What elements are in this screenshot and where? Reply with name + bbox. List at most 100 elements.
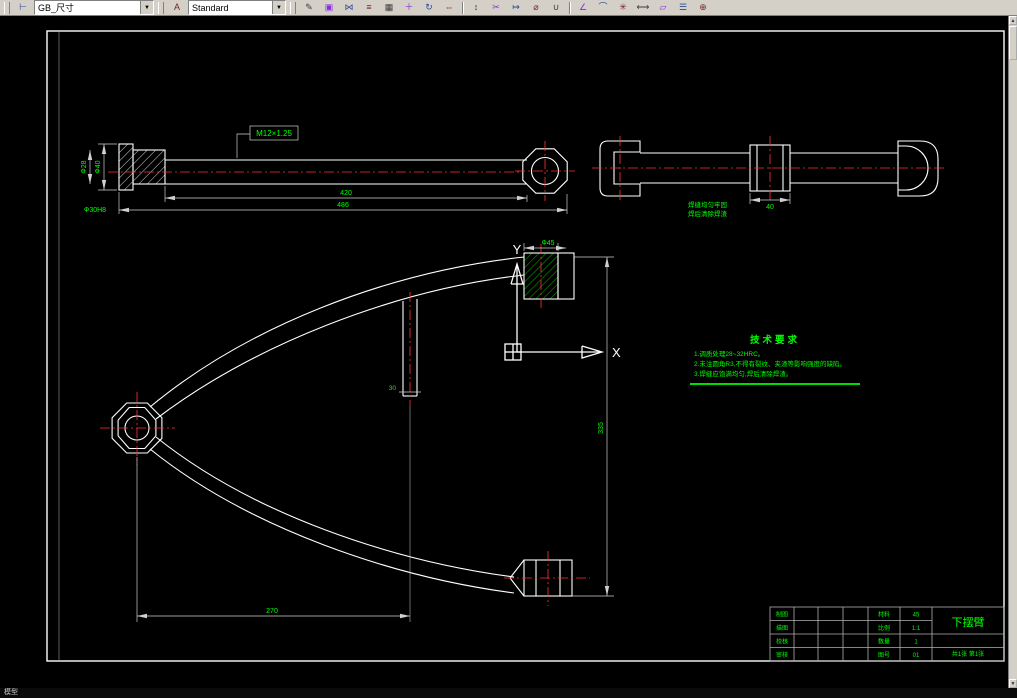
width-dim-label: 270 <box>266 608 278 615</box>
copy-icon: ▣ <box>324 2 334 12</box>
erase-icon: ✎ <box>305 2 313 12</box>
point-icon: ⊕ <box>699 2 707 12</box>
text-style-manager-button[interactable]: A <box>168 0 186 15</box>
tool-diameter-button[interactable]: ⌀ <box>527 0 545 15</box>
cad-application-window: ⊢ GB_尺寸 ▼ A Standard ▼ ✎ ▣ ⋈ ≡ ▦ ＋ ↻ ⇔ ↕… <box>0 0 1017 698</box>
toolbar: ⊢ GB_尺寸 ▼ A Standard ▼ ✎ ▣ ⋈ ≡ ▦ ＋ ↻ ⇔ ↕… <box>0 0 1017 16</box>
tb-sheet: 共1张 第1张 <box>952 650 984 658</box>
extend-icon: ↦ <box>512 2 520 12</box>
thread-label: M12×1.25 <box>256 129 292 138</box>
tool-array-button[interactable]: ▦ <box>380 0 398 15</box>
toolbar-grip2[interactable] <box>158 1 164 14</box>
tool-move-button[interactable]: ＋ <box>400 0 418 15</box>
weld-note-1: 焊缝均匀牢固 <box>688 200 727 209</box>
scrollbar-thumb[interactable] <box>1009 26 1017 60</box>
diameter-icon: ⌀ <box>533 2 539 12</box>
tool-distance-button[interactable]: ⟷ <box>634 0 652 15</box>
tb-material-value: 45 <box>913 613 920 619</box>
upper-arm-side-view: M12×1.25 420 486 Ф40 Ф28 Ф30H8 <box>81 125 575 214</box>
ucs-x-label: X <box>612 345 621 360</box>
fillet-icon: ⌒ <box>598 2 608 12</box>
tb-material-label: 材料 <box>878 611 890 619</box>
tool-offset-button[interactable]: ≡ <box>360 0 378 15</box>
area-icon: ▱ <box>659 2 667 12</box>
tb-row-label-2: 描图 <box>776 624 788 632</box>
tool-trim-button[interactable]: ✂ <box>487 0 505 15</box>
tb-scale-value: 1:1 <box>912 626 921 632</box>
side-view-notes: 40 焊缝均匀牢固 焊后清除焊渣 <box>688 200 774 218</box>
scroll-up-icon[interactable]: ▲ <box>1009 16 1017 25</box>
tech-req-line-2: 2.未注圆角R3,不得有裂纹、夹渣等影响强度的缺陷。 <box>694 359 846 368</box>
scroll-down-icon[interactable]: ▼ <box>1009 679 1017 688</box>
bore-label: Ф30H8 <box>84 207 106 214</box>
bush-width-label: 40 <box>766 204 774 211</box>
toolbar-grip[interactable] <box>4 1 10 14</box>
tool-point-button[interactable]: ⊕ <box>694 0 712 15</box>
join-icon: ∪ <box>552 2 560 12</box>
tool-list-button[interactable]: ☰ <box>674 0 692 15</box>
stretch-icon: ↕ <box>473 2 479 12</box>
tool-scale-button[interactable]: ⇔ <box>440 0 458 15</box>
lower-control-arm-main-view: Ф45 335 270 30 <box>100 240 614 622</box>
tb-qty-label: 数量 <box>878 638 890 646</box>
chevron-down-icon[interactable]: ▼ <box>272 1 285 14</box>
tool-extend-button[interactable]: ↦ <box>507 0 525 15</box>
text-style-combo[interactable]: Standard ▼ <box>188 0 286 15</box>
toolbar-separator <box>462 1 463 14</box>
tube-width-label: 30 <box>389 385 397 392</box>
status-text: 模型 <box>4 689 18 696</box>
sheet-border <box>46 30 1005 662</box>
list-icon: ☰ <box>678 2 688 12</box>
offset-icon: ≡ <box>366 2 372 12</box>
status-bar: 模型 <box>0 688 1017 698</box>
cad-drawing: M12×1.25 420 486 Ф40 Ф28 Ф30H8 40 焊缝均匀牢固… <box>46 30 1005 662</box>
ucs-y-label: Y <box>513 242 522 257</box>
trim-icon: ✂ <box>492 2 500 12</box>
scale-icon: ⇔ <box>444 2 454 12</box>
dia-inner-label: Ф28 <box>81 160 88 173</box>
toolbar-separator <box>569 1 570 14</box>
tool-rotate-button[interactable]: ↻ <box>420 0 438 15</box>
dim-style-manager-button[interactable]: ⊢ <box>14 0 32 15</box>
tb-row-label-1: 制图 <box>776 611 788 619</box>
tech-req-line-3: 3.焊缝应饱满均匀,焊后清除焊渣。 <box>694 369 792 378</box>
weld-note-2: 焊后清除焊渣 <box>688 209 728 218</box>
toolbar-grip3[interactable] <box>290 1 296 14</box>
tool-join-button[interactable]: ∪ <box>547 0 565 15</box>
tech-req-title: 技术要求 <box>750 334 800 346</box>
main-view-dimensions <box>136 243 614 622</box>
angle-icon: ∠ <box>578 2 588 12</box>
tool-copy-button[interactable]: ▣ <box>320 0 338 15</box>
tb-no-label: 图号 <box>878 652 890 659</box>
tb-row-label-3: 校核 <box>776 638 788 646</box>
tb-no-value: 01 <box>913 653 920 659</box>
dim-style-icon: ⊢ <box>19 2 27 12</box>
ucs-icon: Y X <box>504 242 621 361</box>
distance-icon: ⟷ <box>636 2 650 12</box>
height-dim-label: 335 <box>598 422 605 434</box>
array-icon: ▦ <box>384 2 394 12</box>
vertical-scrollbar[interactable]: ▲ ▼ <box>1008 16 1017 688</box>
tb-qty-value: 1 <box>914 640 918 646</box>
mirror-icon: ⋈ <box>344 2 354 12</box>
tool-area-button[interactable]: ▱ <box>654 0 672 15</box>
tool-mirror-button[interactable]: ⋈ <box>340 0 358 15</box>
dim-style-value: GB_尺寸 <box>38 3 75 13</box>
title-block: 制图 描图 校核 审核 材料 45 比例 1:1 数量 1 图号 01 下摆臂 … <box>769 606 1005 662</box>
chevron-down-icon[interactable]: ▼ <box>140 1 153 14</box>
tool-stretch-button[interactable]: ↕ <box>467 0 485 15</box>
boss-dia-label: Ф45 <box>541 240 554 247</box>
len-total-label: 486 <box>337 202 349 209</box>
dim-style-combo[interactable]: GB_尺寸 ▼ <box>34 0 154 15</box>
tool-erase-button[interactable]: ✎ <box>300 0 318 15</box>
text-style-value: Standard <box>192 2 229 13</box>
upper-arm-top-view: 40 焊缝均匀牢固 焊后清除焊渣 <box>592 136 946 218</box>
tb-row-label-4: 审核 <box>776 651 788 659</box>
rotate-icon: ↻ <box>425 2 433 12</box>
tool-angle-button[interactable]: ∠ <box>574 0 592 15</box>
tool-explode-button[interactable]: ✳ <box>614 0 632 15</box>
tool-fillet-button[interactable]: ⌒ <box>594 0 612 15</box>
drawing-canvas[interactable]: M12×1.25 420 486 Ф40 Ф28 Ф30H8 40 焊缝均匀牢固… <box>0 16 1008 688</box>
text-style-icon: A <box>173 2 180 12</box>
tb-scale-label: 比例 <box>878 624 890 632</box>
